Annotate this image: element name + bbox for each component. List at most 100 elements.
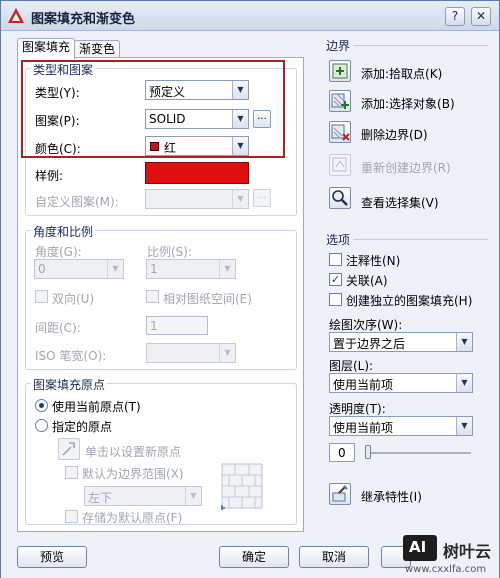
custom-pattern-label: 自定义图案(M): [35, 195, 119, 209]
store-default-checkbox[interactable] [65, 510, 78, 523]
chevron-down-icon: ▼ [232, 190, 248, 208]
layer-combo[interactable]: 使用当前项 ▼ [329, 373, 473, 393]
chevron-down-icon: ▼ [185, 487, 201, 505]
associative-label: 关联(A) [346, 274, 388, 288]
autocad-app-icon [8, 8, 24, 23]
store-default-label: 存储为默认原点(F) [82, 511, 183, 525]
iso-pen-combo[interactable]: ▼ [146, 343, 236, 363]
transparency-number-input[interactable]: 0 [329, 443, 355, 462]
default-boundary-label: 默认为边界范围(X) [82, 467, 184, 481]
chevron-down-icon: ▼ [456, 374, 472, 392]
specified-origin-radio[interactable] [35, 419, 48, 432]
transparency-slider-thumb[interactable] [365, 445, 371, 459]
layer-label: 图层(L): [329, 359, 374, 373]
boundary-title: 边界 [326, 39, 351, 53]
double-checkbox[interactable] [35, 290, 48, 303]
scale-combo[interactable]: 1 ▼ [146, 259, 236, 279]
draw-order-label: 绘图次序(W): [329, 318, 403, 332]
iso-pen-label: ISO 笔宽(O): [35, 349, 107, 363]
watermark: AI 树叶云 www.cxxlfa.com [399, 532, 499, 578]
watermark-url: www.cxxlfa.com [405, 564, 487, 575]
ok-button[interactable]: 确定 [219, 546, 289, 568]
magnifier-icon [332, 190, 348, 206]
add-select-objects-label: 添加:选择对象(B) [361, 97, 455, 111]
cancel-button[interactable]: 取消 [299, 546, 369, 568]
chevron-down-icon: ▼ [219, 344, 235, 362]
close-button[interactable]: ✕ [471, 7, 491, 26]
scale-label: 比例(S): [147, 245, 193, 259]
chevron-down-icon: ▼ [107, 260, 123, 278]
recreate-boundary-button[interactable] [329, 154, 351, 176]
chevron-down-icon: ▼ [456, 417, 472, 435]
custom-pattern-combo[interactable]: ▼ [145, 189, 249, 209]
remove-boundary-icon [331, 124, 350, 141]
layer-value: 使用当前项 [333, 378, 394, 392]
draw-order-value: 置于边界之后 [333, 337, 406, 351]
specified-origin-label: 指定的原点 [52, 420, 113, 434]
draw-order-combo[interactable]: 置于边界之后 ▼ [329, 332, 473, 352]
help-button[interactable]: ? [445, 7, 465, 26]
origin-position-combo[interactable]: 左下 ▼ [84, 486, 202, 506]
independent-hatch-label: 创建独立的图案填充(H) [346, 294, 473, 308]
spacing-value: 1 [150, 319, 158, 333]
associative-checkbox[interactable]: ✓ [329, 273, 342, 286]
remove-boundaries-label: 删除边界(D) [361, 128, 428, 142]
title-bar: 图案填充和渐变色 ? ✕ [1, 1, 499, 31]
hatch-gradient-dialog: 图案填充和渐变色 ? ✕ 图案填充 渐变色 类型和图案 类型(Y): 预定义 ▼… [0, 0, 500, 578]
sample-label: 样例: [35, 169, 64, 183]
hatch-origin-title: 图案填充原点 [31, 376, 108, 393]
inherit-properties-label: 继承特性(I) [361, 490, 422, 504]
annotative-checkbox[interactable] [329, 253, 342, 266]
use-current-origin-radio[interactable] [35, 399, 48, 412]
double-label: 双向(U) [52, 292, 95, 306]
origin-preview-icon [221, 463, 263, 510]
transparency-label: 透明度(T): [329, 402, 386, 416]
add-select-icon [331, 93, 349, 109]
spacing-label: 间距(C): [35, 321, 81, 335]
window-title: 图案填充和渐变色 [31, 12, 136, 27]
angle-combo[interactable]: 0 ▼ [34, 259, 124, 279]
view-selections-button[interactable] [329, 187, 351, 209]
transparency-slider-track[interactable] [367, 452, 471, 454]
add-pick-points-button[interactable] [329, 60, 351, 82]
inherit-properties-button[interactable] [329, 483, 351, 505]
recreate-boundary-icon [332, 157, 347, 172]
add-pick-icon [332, 63, 348, 79]
custom-browse-button[interactable]: ... [253, 189, 271, 207]
chevron-down-icon: ▼ [219, 260, 235, 278]
view-selections-label: 查看选择集(V) [361, 196, 439, 210]
options-title: 选项 [326, 233, 351, 247]
add-pick-points-label: 添加:拾取点(K) [361, 67, 443, 81]
origin-position-value: 左下 [88, 491, 113, 505]
angle-label: 角度(G): [35, 245, 82, 259]
preview-button[interactable]: 预览 [17, 546, 87, 568]
highlight-frame [21, 60, 285, 158]
use-current-origin-label: 使用当前原点(T) [52, 400, 141, 414]
annotative-label: 注释性(N) [346, 254, 401, 268]
click-set-origin-label: 单击以设置新原点 [85, 445, 182, 459]
angle-value: 0 [38, 262, 46, 276]
spacing-input[interactable]: 1 [146, 316, 208, 335]
sample-preview[interactable] [145, 162, 249, 184]
chevron-down-icon: ▼ [456, 333, 472, 351]
remove-boundaries-button[interactable] [329, 121, 351, 143]
watermark-site: 树叶云 [443, 542, 492, 561]
transparency-combo[interactable]: 使用当前项 ▼ [329, 416, 473, 436]
relative-paper-checkbox[interactable] [146, 290, 159, 303]
options-divider [353, 239, 488, 240]
watermark-logo: AI [403, 535, 437, 561]
tab-hatch[interactable]: 图案填充 [17, 38, 76, 59]
independent-hatch-checkbox[interactable] [329, 293, 342, 306]
inherit-brush-icon [332, 485, 348, 502]
relative-paper-label: 相对图纸空间(E) [163, 292, 252, 306]
set-origin-button[interactable] [58, 438, 80, 460]
add-select-objects-button[interactable] [329, 90, 351, 112]
transparency-number: 0 [338, 446, 346, 460]
boundary-divider [353, 45, 488, 46]
pick-point-icon [62, 442, 75, 456]
angle-scale-title: 角度和比例 [31, 223, 96, 240]
recreate-boundary-label: 重新创建边界(R) [361, 161, 451, 175]
default-boundary-checkbox[interactable] [65, 466, 78, 479]
scale-value: 1 [150, 262, 158, 276]
transparency-value: 使用当前项 [333, 421, 394, 435]
